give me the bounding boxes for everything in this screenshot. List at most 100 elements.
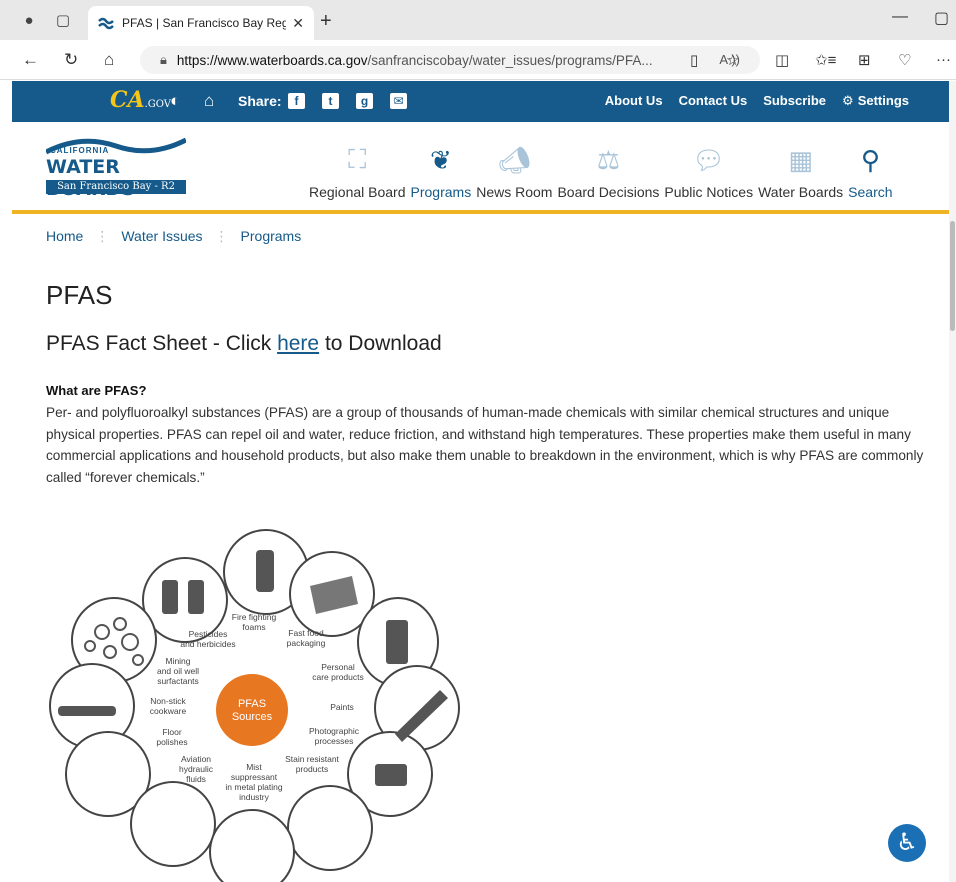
megaphone-icon: 📣︎ <box>497 144 531 175</box>
minimize-icon[interactable]: — <box>892 8 908 26</box>
textile-circle <box>287 785 373 871</box>
fact-sheet-download-link[interactable]: here <box>277 332 319 355</box>
label-packaging: packaging <box>287 638 326 648</box>
label-fire-fighting: Fire fighting <box>232 612 277 622</box>
label-oil-well: and oil well <box>157 666 199 676</box>
label-metal-plating: in metal plating <box>225 782 282 792</box>
label-care-products: care products <box>312 672 364 682</box>
label-stain-resistant: Stain resistant <box>285 754 339 764</box>
logo-california: CALIFORNIA <box>50 146 110 155</box>
center-label-sources: Sources <box>232 711 273 723</box>
immersive-reader-icon[interactable]: ▯ <box>690 51 698 69</box>
label-photographic: Photographic <box>309 726 360 736</box>
shampoo-bottle-icon <box>386 620 408 664</box>
label-products: products <box>296 764 329 774</box>
nav-news-room[interactable]: 📣︎ News Room <box>476 142 552 201</box>
spray-bottle-icon <box>188 580 204 614</box>
tab-title: PFAS | San Francisco Bay Regiona <box>122 16 287 30</box>
spray-bottle-icon <box>162 580 178 614</box>
what-are-pfas-heading: What are PFAS? <box>46 383 147 398</box>
pfas-sources-center <box>216 674 288 746</box>
about-us-link[interactable]: About Us <box>605 93 663 109</box>
url-bar[interactable]: 🔒︎ https://www.waterboards.ca.gov/sanfra… <box>140 46 760 74</box>
nav-search[interactable]: ⚲ Search <box>848 142 892 201</box>
building-network-icon: ⛶ <box>348 144 367 174</box>
settings-link[interactable]: ⚙ Settings <box>842 93 909 109</box>
breadcrumb-separator: ⋮ <box>95 228 110 244</box>
browser-tab-bar: ● ▢ PFAS | San Francisco Bay Regiona ✕ +… <box>0 0 956 40</box>
home-icon[interactable]: ⌂ <box>104 50 114 70</box>
site-top-bar: CA.GOV ◐ ⌂ Share: f t g ✉ About Us Conta… <box>12 81 949 122</box>
profile-icon[interactable]: ● <box>18 9 40 31</box>
label-polishes: polishes <box>156 737 187 747</box>
frying-pan-icon <box>58 706 116 716</box>
label-floor: Floor <box>162 727 182 737</box>
water-boards-logo[interactable]: CALIFORNIA WATER BOARDS San Francisco Ba… <box>46 136 186 200</box>
scales-icon: ⚖ <box>596 144 621 175</box>
subscribe-link[interactable]: Subscribe <box>763 93 826 109</box>
home-icon[interactable]: ⌂ <box>204 91 214 111</box>
scrollbar-thumb[interactable] <box>950 221 955 331</box>
label-aviation: Aviation <box>181 754 211 764</box>
back-icon[interactable]: ← <box>22 50 39 70</box>
email-icon[interactable]: ✉ <box>390 93 407 109</box>
label-mist: Mist <box>246 762 262 772</box>
page-scrollbar[interactable] <box>949 81 956 882</box>
maximize-icon[interactable]: ▢ <box>934 8 949 28</box>
pfas-sources-infographic: PFAS Sources Fire fighting foams Pestici… <box>49 529 460 882</box>
favorite-star-icon[interactable]: ☆ <box>726 51 739 69</box>
tab-actions-icon[interactable]: ▢ <box>52 9 74 31</box>
label-herbicides: and herbicides <box>180 639 235 649</box>
label-suppressant: suppressant <box>231 772 278 782</box>
lock-icon: 🔒︎ <box>160 52 167 67</box>
city-buildings-icon: ▦ <box>788 144 813 175</box>
new-tab-icon[interactable]: + <box>320 10 332 33</box>
nav-water-boards[interactable]: ▦ Water Boards <box>758 142 843 201</box>
close-tab-icon[interactable]: ✕ <box>292 15 304 32</box>
gear-icon: ⚙ <box>842 93 854 108</box>
split-screen-icon[interactable]: ◫ <box>775 51 789 69</box>
translate-icon[interactable]: ◐ <box>170 91 180 111</box>
label-foams: foams <box>242 622 265 632</box>
page-title: PFAS <box>46 280 113 310</box>
refresh-icon[interactable]: ↻ <box>64 50 78 70</box>
label-personal: Personal <box>321 662 355 672</box>
breadcrumb-programs[interactable]: Programs <box>241 228 302 245</box>
aircraft-circle <box>130 781 216 867</box>
ca-gov-logo[interactable]: CA.GOV <box>110 87 171 113</box>
google-plus-icon[interactable]: g <box>356 93 373 109</box>
collections-icon[interactable]: ⊞ <box>858 51 871 69</box>
browser-tab[interactable]: PFAS | San Francisco Bay Regiona ✕ <box>88 6 314 40</box>
twitter-icon[interactable]: t <box>322 93 339 109</box>
nav-programs[interactable]: ❦ Programs <box>411 142 472 201</box>
favorites-icon[interactable]: ✩≡ <box>815 51 836 69</box>
label-pesticides: Pesticides <box>189 629 228 639</box>
main-nav: ⛶ Regional Board ❦ Programs 📣︎ News Room… <box>309 142 898 200</box>
fact-sheet-heading: PFAS Fact Sheet - Click here to Download <box>46 332 442 355</box>
breadcrumb-separator: ⋮ <box>214 228 229 244</box>
facebook-icon[interactable]: f <box>288 93 305 109</box>
fire-extinguisher-icon <box>256 550 274 592</box>
nav-regional-board[interactable]: ⛶ Regional Board <box>309 142 406 200</box>
camera-icon <box>375 764 407 786</box>
address-toolbar: ← ↻ ⌂ 🔒︎ https://www.waterboards.ca.gov /… <box>0 40 956 80</box>
label-cookware: cookware <box>150 706 187 716</box>
label-hydraulic: hydraulic <box>179 764 214 774</box>
accessibility-icon[interactable]: ♿︎ <box>888 824 926 862</box>
contact-us-link[interactable]: Contact Us <box>679 93 748 109</box>
search-icon: ⚲ <box>860 144 880 175</box>
breadcrumb-water-issues[interactable]: Water Issues <box>121 228 202 245</box>
more-menu-icon[interactable]: ··· <box>936 51 951 68</box>
top-links: About Us Contact Us Subscribe ⚙ Settings <box>605 93 909 109</box>
nav-board-decisions[interactable]: ⚖ Board Decisions <box>557 142 659 201</box>
nav-public-notices[interactable]: 💬︎ Public Notices <box>664 142 753 201</box>
url-path: /sanfranciscobay/water_issues/programs/P… <box>367 52 653 68</box>
speech-bubble-icon: 💬︎ <box>692 144 726 175</box>
browser-essentials-icon[interactable]: ♡ <box>898 51 911 69</box>
breadcrumb-home[interactable]: Home <box>46 228 83 245</box>
waterboards-favicon-icon <box>98 17 114 30</box>
label-industry: industry <box>239 792 270 802</box>
label-processes: processes <box>315 736 354 746</box>
pfas-description: Per- and polyfluoroalkyl substances (PFA… <box>46 405 924 485</box>
site-header: CALIFORNIA WATER BOARDS San Francisco Ba… <box>12 122 949 214</box>
